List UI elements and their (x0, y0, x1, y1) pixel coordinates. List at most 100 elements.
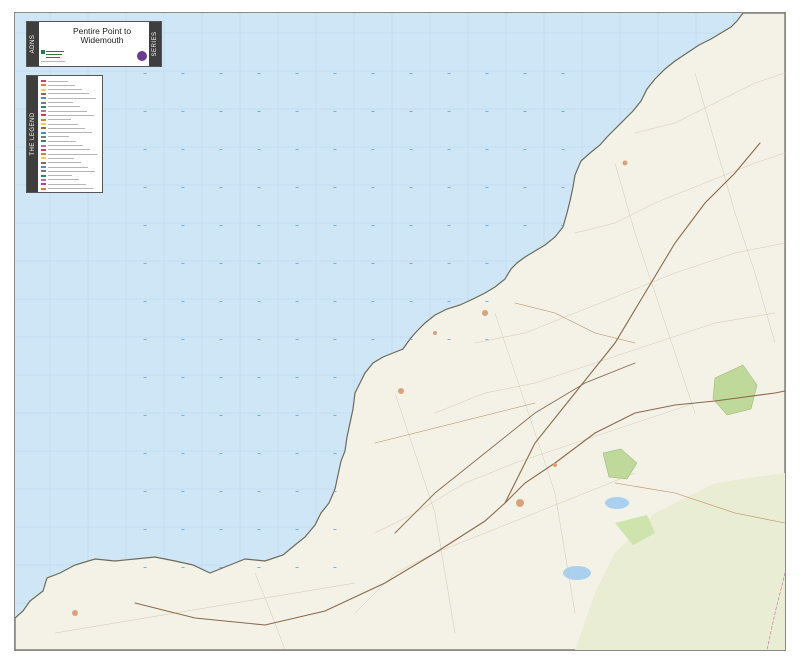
sea-marker (143, 529, 147, 530)
sea-marker (295, 149, 299, 150)
sea-marker (295, 529, 299, 530)
legend-text-line (48, 145, 83, 146)
legend-symbol (41, 187, 46, 190)
sea-marker (371, 263, 375, 264)
sea-marker (181, 491, 185, 492)
reservoir (605, 497, 629, 509)
sea-marker (219, 149, 223, 150)
sea-marker (143, 301, 147, 302)
sea-marker (409, 301, 413, 302)
sea-marker (257, 339, 261, 340)
legend-text-line (48, 123, 78, 125)
sea-marker (333, 187, 337, 188)
publisher-logo (41, 50, 67, 64)
sea-marker (219, 567, 223, 568)
sea-marker (143, 491, 147, 492)
sea-marker (371, 225, 375, 226)
sea-marker (143, 567, 147, 568)
sea-marker (485, 149, 489, 150)
legend-text-line (48, 140, 76, 142)
legend-symbol (41, 144, 46, 147)
sea-marker (333, 263, 337, 264)
sea-marker (181, 301, 185, 302)
sea-marker (257, 73, 261, 74)
sea-marker (485, 187, 489, 188)
sea-marker (219, 225, 223, 226)
legend-text-line (48, 119, 71, 121)
sea-marker (371, 301, 375, 302)
legend-symbol (41, 92, 46, 95)
sea-marker (485, 73, 489, 74)
legend-symbol (41, 157, 46, 160)
legend-side-label: THE LEGEND (29, 112, 36, 156)
legend-text-line (48, 84, 75, 86)
sea-marker (181, 225, 185, 226)
map-title-panel: ADNS Pentire Point to Widemouth SERIES (26, 21, 162, 67)
sea-marker (485, 263, 489, 264)
sea-marker (219, 491, 223, 492)
sea-marker (257, 529, 261, 530)
map-frame[interactable] (14, 12, 786, 651)
sea-marker (181, 73, 185, 74)
sea-marker (371, 73, 375, 74)
legend-text-line (48, 97, 96, 99)
sea-marker (257, 187, 261, 188)
legend-text-line (48, 166, 88, 168)
sea-marker (409, 263, 413, 264)
legend-symbol (41, 170, 46, 173)
sea-marker (181, 415, 185, 416)
legend-symbol (41, 110, 46, 113)
sea-marker (409, 339, 413, 340)
sea-marker (295, 111, 299, 112)
sea-marker (143, 73, 147, 74)
legend-text-line (48, 102, 73, 103)
legend-text-line (48, 106, 80, 108)
legend-symbol (41, 84, 46, 87)
map-canvas[interactable] (15, 13, 785, 650)
legend-text-line (48, 170, 95, 172)
sea-marker (409, 187, 413, 188)
legend-text-line (48, 179, 79, 181)
sea-marker (447, 301, 451, 302)
legend-text-line (48, 80, 68, 82)
sea-marker (143, 415, 147, 416)
legend-text-line (48, 132, 92, 134)
legend-symbol (41, 148, 46, 151)
sea-marker (485, 339, 489, 340)
legend-text-line (48, 153, 97, 155)
legend-symbol (41, 153, 46, 156)
sea-marker (257, 377, 261, 378)
sea-marker (295, 415, 299, 416)
sea-marker (257, 225, 261, 226)
sea-marker (295, 225, 299, 226)
series-label-left: ADNS (30, 34, 36, 54)
sea-marker (257, 453, 261, 454)
sea-marker (219, 529, 223, 530)
sea-marker (523, 73, 527, 74)
legend-text-line (48, 188, 93, 189)
sea-marker (181, 149, 185, 150)
legend-symbol (41, 80, 46, 82)
sea-marker (181, 529, 185, 530)
legend-panel[interactable]: THE LEGEND (26, 75, 103, 193)
sea-marker (333, 567, 337, 568)
legend-symbol (41, 174, 46, 177)
sea-marker (485, 111, 489, 112)
legend-text-line (48, 149, 90, 151)
sea-marker (333, 529, 337, 530)
sea-marker (181, 453, 185, 454)
legend-symbol (41, 135, 46, 138)
sea-marker (371, 111, 375, 112)
sea-marker (447, 149, 451, 150)
sea-marker (333, 149, 337, 150)
legend-symbol (41, 166, 46, 168)
sea-marker (257, 415, 261, 416)
sea-marker (295, 263, 299, 264)
sea-marker (447, 73, 451, 74)
sea-marker (485, 225, 489, 226)
sea-marker (447, 187, 451, 188)
sea-marker (333, 111, 337, 112)
sea-marker (333, 491, 337, 492)
sea-marker (219, 187, 223, 188)
sea-marker (181, 339, 185, 340)
